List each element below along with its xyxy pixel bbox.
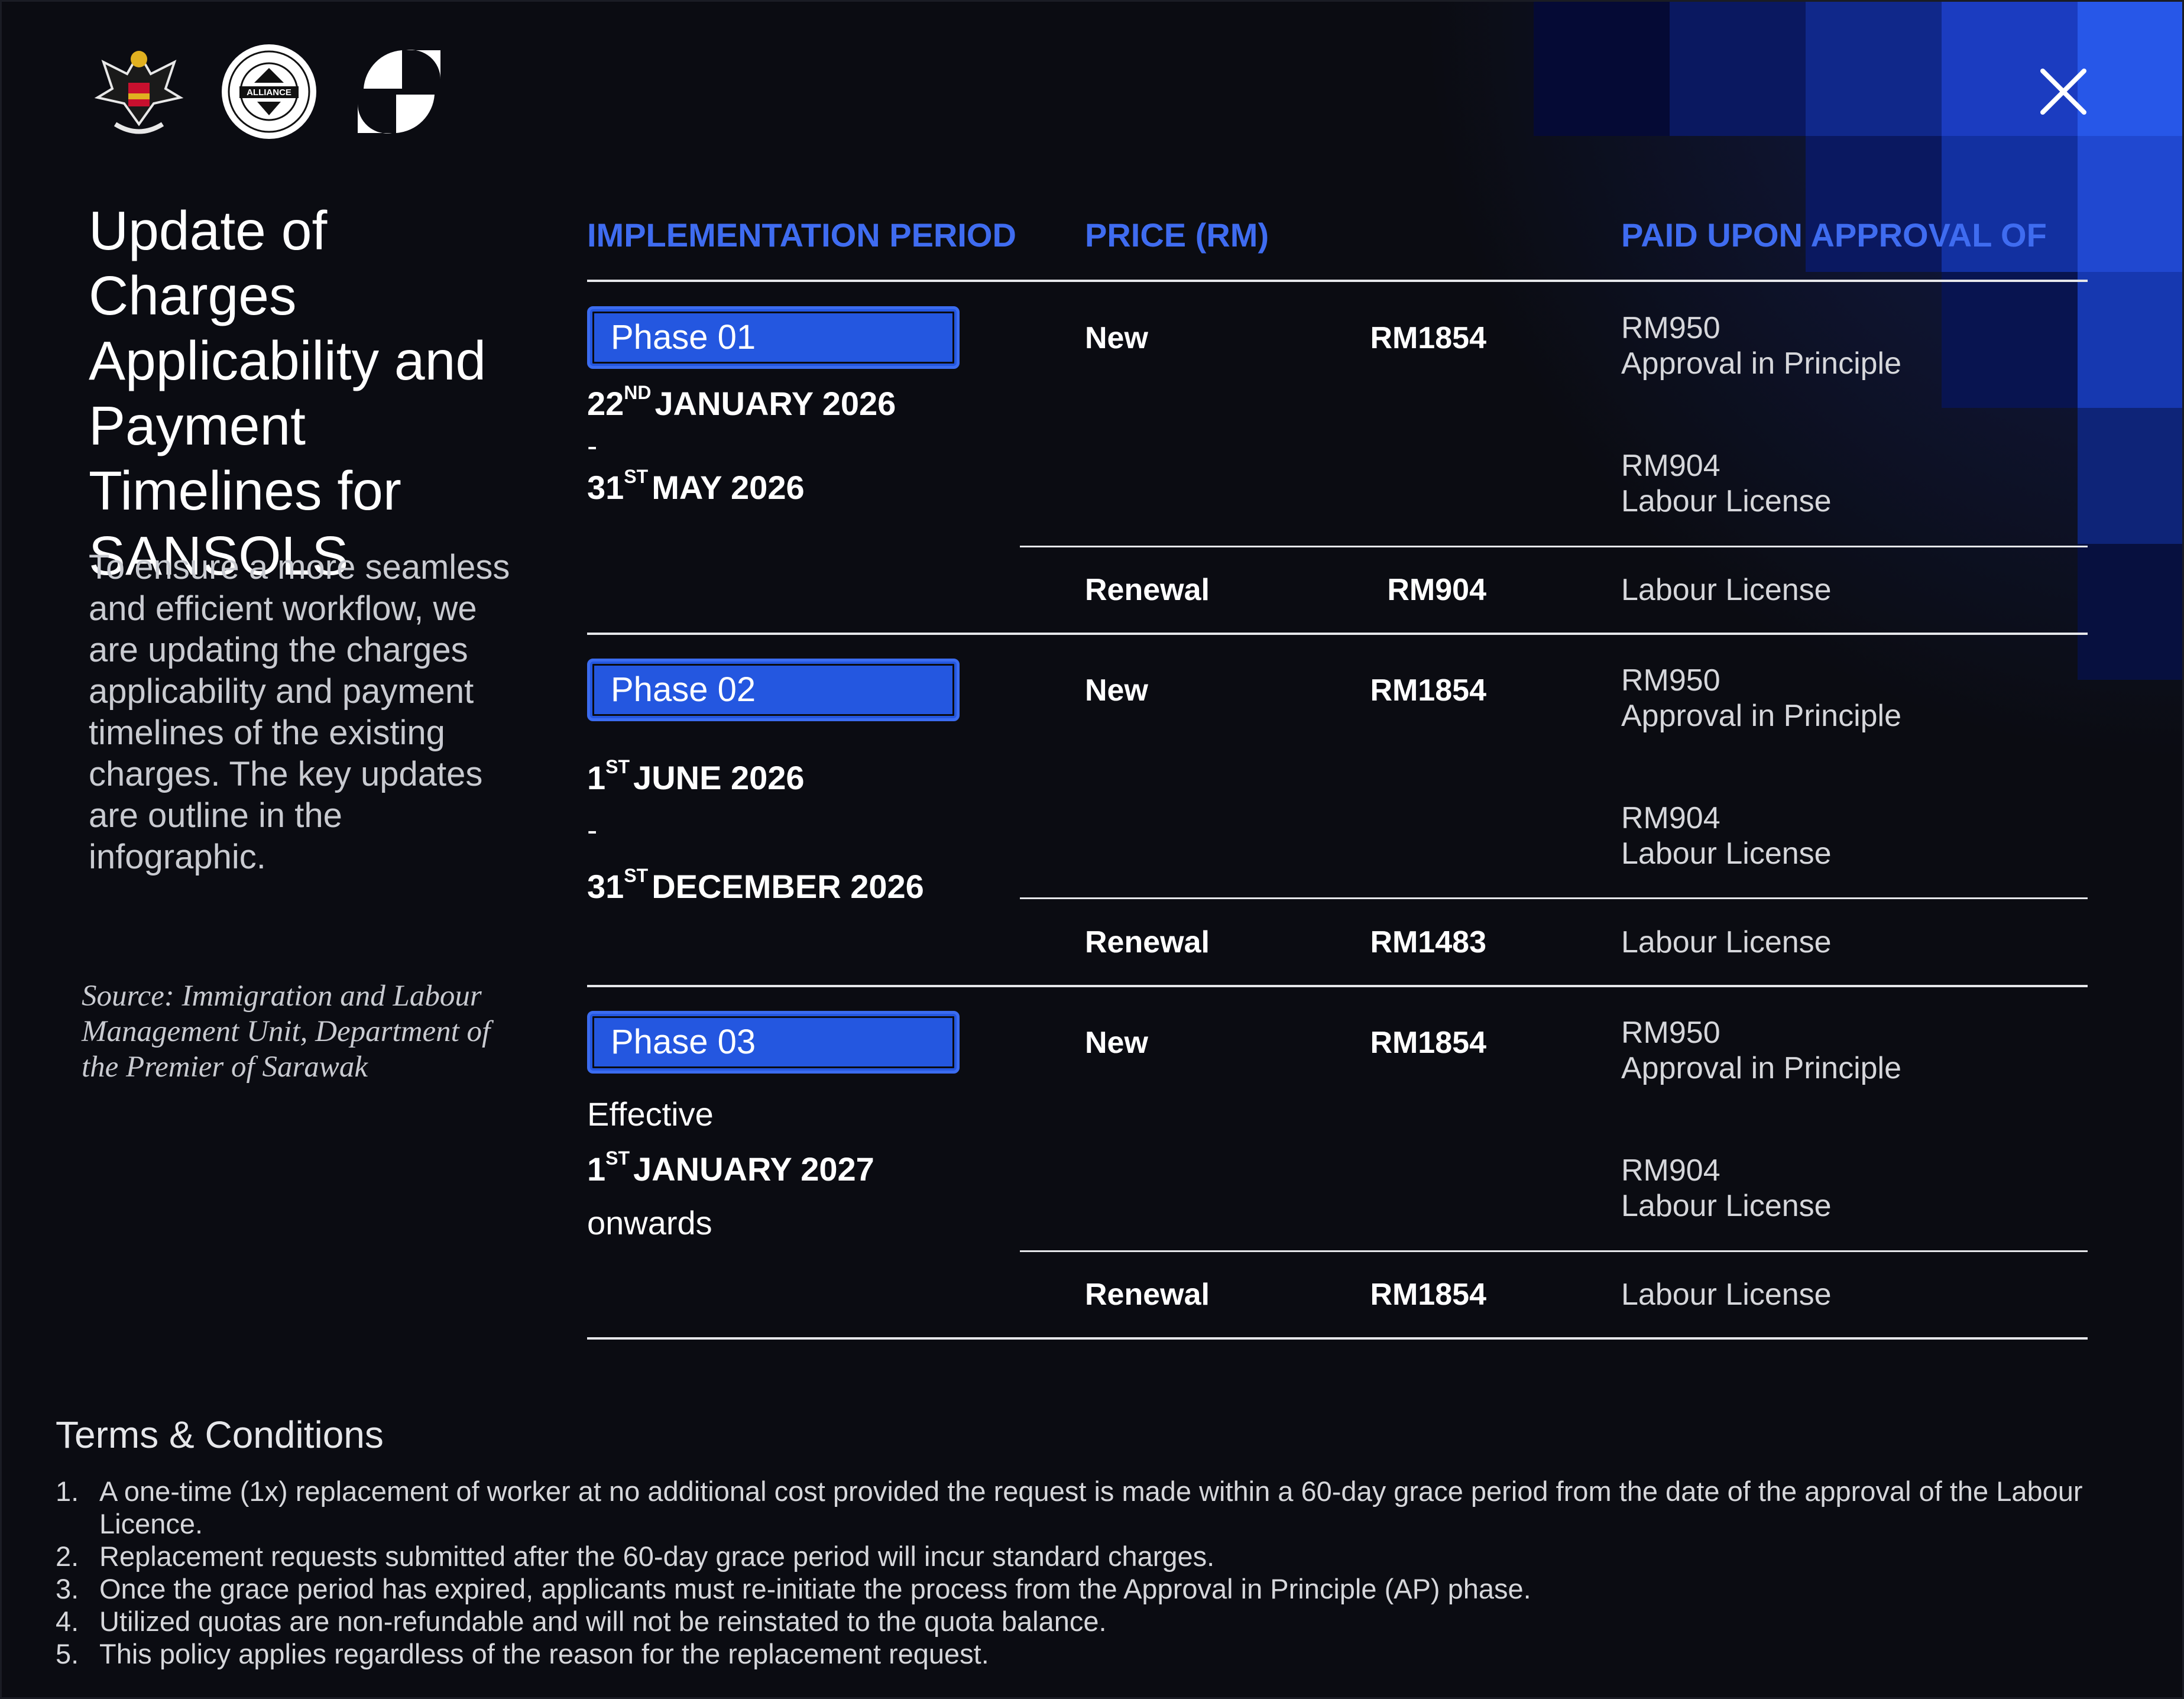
phase-02-row-divider (1020, 897, 2088, 899)
phase-03-paid-ll: RM904 Labour License (1621, 1153, 1832, 1223)
close-icon[interactable] (2037, 65, 2090, 118)
phase-03-renewal-price: RM1854 (1370, 1278, 1486, 1312)
phase-03-new-label: New (1085, 1026, 1148, 1060)
terms-item: 1. A one-time (1x) replacement of worker … (56, 1476, 2083, 1539)
header-paid-upon-approval: PAID UPON APPROVAL OF (1621, 216, 2047, 254)
phase-02-badge: Phase 02 (587, 659, 960, 721)
table-bottom-divider (587, 1337, 2088, 1340)
phase-03-effective-label: Effective (587, 1095, 714, 1133)
header-implementation-period: IMPLEMENTATION PERIOD (587, 216, 1016, 254)
page-title: Update of Charges Applicability and Paym… (89, 200, 487, 586)
phase-02-paid-ll: RM904 Labour License (1621, 801, 1832, 871)
phase-03-renewal-paid: Labour License (1621, 1278, 1832, 1312)
header-divider (587, 280, 2088, 282)
phase-02-renewal-paid: Labour License (1621, 925, 1832, 959)
phase-01-divider (587, 633, 2088, 635)
header-price: PRICE (RM) (1085, 216, 1269, 254)
sansols-s-logo (349, 41, 449, 142)
source-note: Source: Immigration and Labour Managemen… (82, 980, 491, 1084)
phase-01-new-price: RM1854 (1370, 321, 1486, 355)
phase-01-paid-ap: RM950 Approval in Principle (1621, 311, 1902, 381)
phase-02-new-price: RM1854 (1370, 673, 1486, 708)
alliance-seal-logo: ALLIANCE (219, 41, 319, 142)
intro-paragraph: To ensure a more seamless and efficient … (89, 548, 510, 876)
phase-03-onwards-label: onwards (587, 1204, 712, 1241)
phase-03-badge: Phase 03 (587, 1011, 960, 1074)
alliance-seal-text: ALLIANCE (247, 87, 291, 98)
terms-title: Terms & Conditions (56, 1413, 384, 1456)
phase-02-renewal-label: Renewal (1085, 925, 1210, 959)
terms-item: 3. Once the grace period has expired, app… (56, 1573, 1531, 1604)
phase-01-new-label: New (1085, 321, 1148, 355)
phase-01-badge: Phase 01 (587, 306, 960, 369)
phase-02-divider (587, 985, 2088, 987)
phase-01-end-date: 31ST MAY 2026 (587, 466, 805, 506)
phase-03-paid-ap: RM950 Approval in Principle (1621, 1016, 1902, 1085)
phase-01-renewal-label: Renewal (1085, 573, 1210, 607)
terms-list: 1. A one-time (1x) replacement of worker … (56, 1475, 2184, 1670)
phase-01-row-divider (1020, 546, 2088, 547)
phase-01-paid-ll: RM904 Labour License (1621, 449, 1832, 518)
terms-item: 4. Utilized quotas are non-refundable and… (56, 1606, 1107, 1637)
phase-01-renewal-price: RM904 (1387, 573, 1486, 607)
phase-03-new-price: RM1854 (1370, 1026, 1486, 1060)
phase-02-date-separator: - (587, 813, 598, 848)
phase-02-end-date: 31ST DECEMBER 2026 (587, 865, 924, 905)
phase-03-start-date: 1ST JANUARY 2027 (587, 1147, 874, 1188)
phase-03-renewal-label: Renewal (1085, 1278, 1210, 1312)
phase-02-start-date: 1ST JUNE 2026 (587, 756, 805, 796)
phase-01-renewal-paid: Labour License (1621, 573, 1832, 607)
phase-02-new-label: New (1085, 673, 1148, 708)
phase-02-paid-ap: RM950 Approval in Principle (1621, 663, 1902, 733)
terms-item: 2. Replacement requests submitted after t… (56, 1541, 1215, 1572)
phase-02-renewal-price: RM1483 (1370, 925, 1486, 959)
logo-bar: ALLIANCE (89, 41, 449, 142)
phase-03-row-divider (1020, 1250, 2088, 1252)
terms-item: 5. This policy applies regardless of the … (56, 1638, 989, 1669)
sarawak-coat-of-arms-logo (89, 41, 189, 142)
phase-01-start-date: 22ND JANUARY 2026 (587, 382, 896, 422)
phase-01-date-separator: - (587, 429, 598, 463)
